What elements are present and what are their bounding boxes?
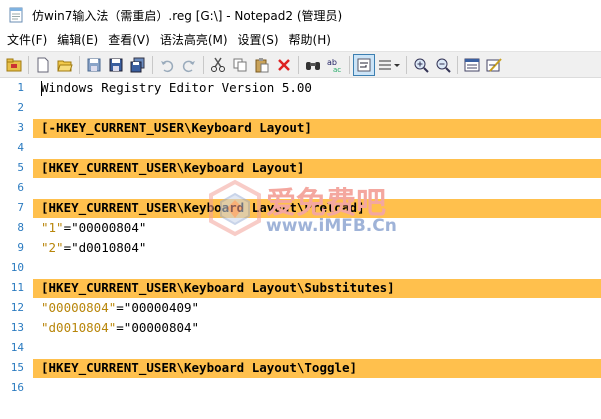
equals-sign: = — [63, 240, 72, 255]
registry-key: "1" — [41, 220, 64, 235]
toolbar-separator — [203, 55, 204, 74]
save-as-icon[interactable] — [105, 54, 127, 76]
toolbar-separator — [298, 55, 299, 74]
section-header: [HKEY_CURRENT_USER\Keyboard Layout\Subst… — [41, 280, 395, 295]
delete-icon[interactable] — [273, 54, 295, 76]
find-icon[interactable] — [302, 54, 324, 76]
toolbar-separator — [457, 55, 458, 74]
equals-sign: = — [116, 320, 124, 335]
section-header: [HKEY_CURRENT_USER\Keyboard Layout\Toggl… — [41, 360, 358, 375]
line-number: 4 — [17, 141, 24, 154]
line-number: 6 — [17, 181, 24, 194]
line-number: 3 — [17, 121, 24, 134]
zoom-out-icon[interactable] — [432, 54, 454, 76]
line-number: 12 — [10, 301, 24, 314]
registry-key: "d0010804" — [41, 320, 117, 335]
menu-bar: 文件(F) 编辑(E) 查看(V) 语法高亮(M) 设置(S) 帮助(H) — [0, 30, 601, 51]
editor-line: 16 — [0, 378, 601, 398]
line-number: 5 — [17, 161, 24, 174]
editor-line: 1 Windows Registry Editor Version 5.00 — [0, 78, 601, 98]
svg-text:ac: ac — [333, 66, 341, 73]
registry-key: "2" — [41, 240, 64, 255]
watermark-url: www.iMFB.Cn — [266, 216, 397, 236]
section-header: [-HKEY_CURRENT_USER\Keyboard Layout] — [41, 120, 312, 135]
key-value-line: "2"="d0010804" — [41, 238, 146, 258]
registry-value: "00000804" — [71, 220, 147, 235]
editor-line-section: 15 [HKEY_CURRENT_USER\Keyboard Layout\To… — [0, 358, 601, 378]
registry-value: "00000409" — [123, 300, 200, 315]
menu-help[interactable]: 帮助(H) — [284, 30, 336, 51]
registry-value: "00000804" — [123, 320, 200, 335]
paste-icon[interactable] — [251, 54, 273, 76]
open-file-icon[interactable] — [54, 54, 76, 76]
line-number: 13 — [10, 321, 24, 334]
redo-icon[interactable] — [178, 54, 200, 76]
line-number: 15 — [10, 361, 24, 374]
editor-line: 9 "2"="d0010804" — [0, 238, 601, 258]
equals-sign: = — [116, 300, 124, 315]
editor-line: 2 — [0, 98, 601, 118]
line-number: 10 — [10, 261, 24, 274]
toolbar-separator — [79, 55, 80, 74]
word-wrap-icon[interactable] — [353, 53, 375, 76]
line-number: 7 — [17, 201, 24, 214]
settings-icon[interactable] — [483, 54, 505, 76]
toolbar-separator — [28, 55, 29, 74]
key-value-line: "d0010804"="00000804" — [41, 318, 199, 338]
editor-line-section: 5 [HKEY_CURRENT_USER\Keyboard Layout] — [0, 158, 601, 178]
menu-settings[interactable]: 设置(S) — [233, 30, 284, 51]
editor-line: 13 "d0010804"="00000804" — [0, 318, 601, 338]
registry-key: "00000804" — [41, 300, 117, 315]
key-value-line: "1"="00000804" — [41, 218, 146, 238]
line-text: Windows Registry Editor Version 5.00 — [41, 80, 312, 95]
save-icon[interactable] — [83, 54, 105, 76]
open-folder-icon[interactable] — [3, 54, 25, 76]
undo-icon[interactable] — [156, 54, 178, 76]
line-number: 14 — [10, 341, 24, 354]
editor-line: 12 "00000804"="00000409" — [0, 298, 601, 318]
editor-line-section: 3 [-HKEY_CURRENT_USER\Keyboard Layout] — [0, 118, 601, 138]
line-number: 11 — [10, 281, 24, 294]
line-number: 16 — [10, 381, 24, 394]
zoom-in-icon[interactable] — [410, 54, 432, 76]
editor-line: 14 — [0, 338, 601, 358]
section-header: [HKEY_CURRENT_USER\Keyboard Layout] — [41, 160, 305, 175]
line-number: 1 — [17, 81, 24, 94]
save-copy-icon[interactable] — [127, 54, 149, 76]
title-bar[interactable]: 仿win7输入法（需重启）.reg [G:\] - Notepad2 (管理员) — [0, 0, 601, 30]
toolbar-separator — [406, 55, 407, 74]
line-number: 2 — [17, 101, 24, 114]
copy-icon[interactable] — [229, 54, 251, 76]
line-number: 8 — [17, 221, 24, 234]
line-number: 9 — [17, 241, 24, 254]
menu-file[interactable]: 文件(F) — [2, 30, 52, 51]
watermark-logo — [205, 178, 265, 238]
toolbar-separator — [349, 55, 350, 74]
menu-view[interactable]: 查看(V) — [103, 30, 155, 51]
editor-line: 10 — [0, 258, 601, 278]
menu-edit[interactable]: 编辑(E) — [52, 30, 103, 51]
equals-sign: = — [63, 220, 72, 235]
registry-value: "d0010804" — [71, 240, 147, 255]
toolbar: ab ac — [0, 51, 601, 78]
editor-area[interactable]: 1 Windows Registry Editor Version 5.00 2… — [0, 78, 601, 419]
cut-icon[interactable] — [207, 54, 229, 76]
scheme-icon[interactable] — [461, 54, 483, 76]
key-value-line: "00000804"="00000409" — [41, 298, 199, 318]
notepad-app-icon — [8, 7, 24, 23]
menu-syntax[interactable]: 语法高亮(M) — [155, 30, 233, 51]
editor-line: 4 — [0, 138, 601, 158]
replace-icon[interactable]: ab ac — [324, 54, 346, 76]
list-icon[interactable] — [375, 54, 403, 76]
window-title: 仿win7输入法（需重启）.reg [G:\] - Notepad2 (管理员) — [32, 8, 343, 23]
editor-line-section: 11 [HKEY_CURRENT_USER\Keyboard Layout\Su… — [0, 278, 601, 298]
toolbar-separator — [152, 55, 153, 74]
new-file-icon[interactable] — [32, 54, 54, 76]
